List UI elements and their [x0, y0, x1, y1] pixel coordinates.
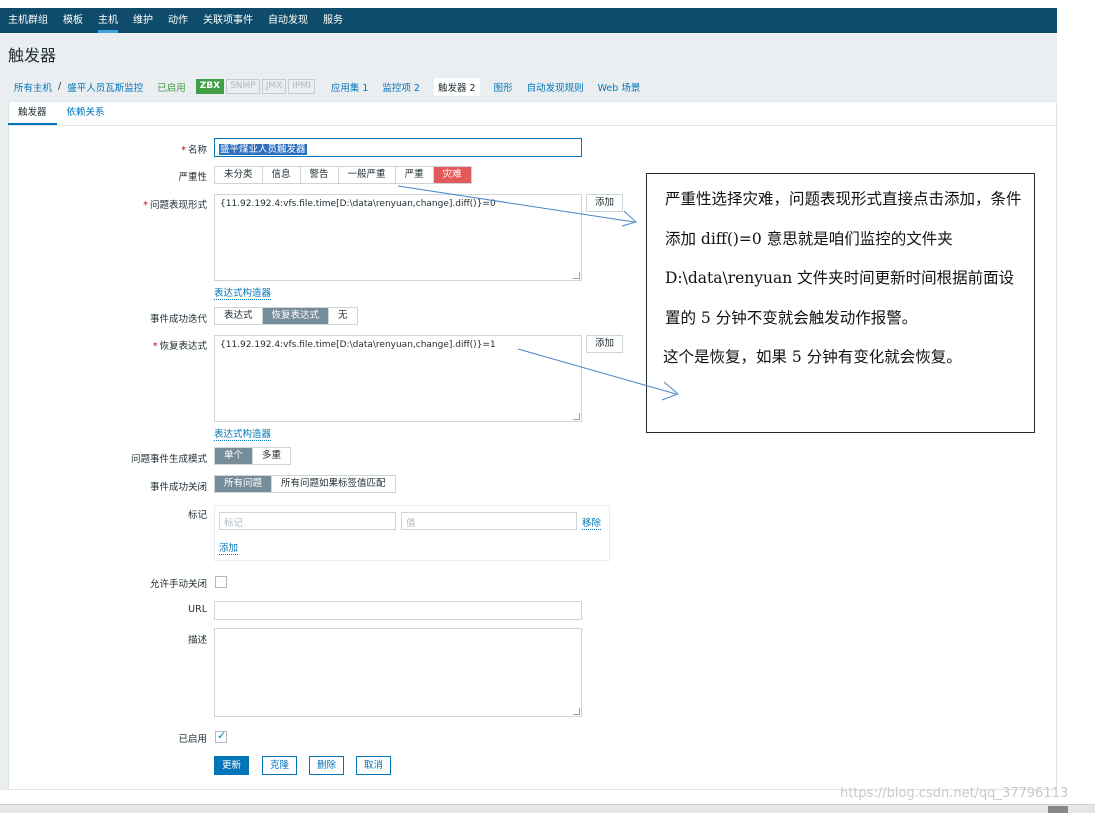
severity-information[interactable]: 信息: [262, 167, 301, 183]
tag-add-link[interactable]: 添加: [219, 540, 239, 555]
recovery-expression-textarea[interactable]: {11.92.192.4:vfs.file.time[D:\data\renyu…: [214, 335, 582, 422]
corner-icon: [1048, 806, 1068, 813]
crumb-host[interactable]: 盛平人员瓦斯监控: [67, 80, 143, 94]
recovery-option-expression[interactable]: 表达式: [215, 308, 263, 324]
recovery-generation-label: 事件成功迭代: [149, 314, 207, 325]
badge-zbx: ZBX: [195, 79, 225, 94]
delete-button[interactable]: 删除: [309, 756, 345, 775]
crumb-separator: /: [58, 81, 62, 92]
description-textarea[interactable]: [214, 628, 582, 717]
annotation-paragraph-2: 这个是恢复，如果 5 分钟有变化就会恢复。: [663, 348, 962, 366]
nav-item-services[interactable]: 服务: [323, 8, 343, 33]
enabled-checkbox[interactable]: [215, 729, 227, 743]
problem-expression-builder-link[interactable]: 表达式构造器: [214, 285, 272, 300]
clone-button[interactable]: 克隆: [262, 756, 298, 775]
severity-disaster[interactable]: 灾难: [433, 167, 471, 183]
recovery-option-none[interactable]: 无: [329, 308, 357, 324]
page-title: 触发器: [8, 46, 57, 65]
tag-value-placeholder: 值: [406, 518, 416, 529]
annotation-paragraph-1: 严重性选择灾难，问题表现形式直接点击添加，条件添加 diff()=0 意思就是咱…: [665, 190, 1022, 327]
name-label: * 名称: [181, 142, 207, 156]
manual-close-label: 允许手动关闭: [149, 579, 207, 590]
nav-item-discovery[interactable]: 自动发现: [268, 8, 308, 33]
app-root: 主机群组 模板 主机 维护 动作 关联项事件 自动发现 服务 触发器 所有主机 …: [0, 0, 1095, 813]
ok-close-label: 事件成功关闭: [149, 482, 207, 493]
enabled-label: 已启用: [178, 734, 207, 745]
recovery-option-recovery-expression[interactable]: 恢复表达式: [262, 308, 330, 324]
crumb-items[interactable]: 监控项 2: [382, 80, 420, 94]
crumb-triggers[interactable]: 触发器 2: [433, 77, 480, 96]
problem-expression-label: * 问题表现形式: [143, 197, 207, 211]
tag-name-placeholder: 标记: [224, 518, 244, 529]
tag-remove-link[interactable]: 移除: [582, 515, 602, 530]
recovery-expression-builder-link[interactable]: 表达式构造器: [214, 426, 272, 441]
problem-expression-add-button[interactable]: 添加: [586, 194, 624, 212]
manual-close-checkbox[interactable]: [215, 576, 227, 588]
generation-mode-label: 问题事件生成模式: [130, 454, 207, 465]
form-tabs: 触发器 依赖关系: [8, 104, 1057, 126]
required-marker: *: [143, 200, 148, 211]
problem-expression-value: {11.92.192.4:vfs.file.time[D:\data\renyu…: [220, 199, 496, 209]
nav-item-actions[interactable]: 动作: [168, 8, 188, 33]
nav-item-correlation[interactable]: 关联项事件: [203, 8, 253, 33]
resize-handle[interactable]: [573, 708, 580, 715]
update-button[interactable]: 更新: [214, 756, 250, 775]
recovery-expression-add-button[interactable]: 添加: [586, 335, 624, 353]
crumb-discovery-rules[interactable]: 自动发现规则: [527, 80, 584, 94]
recovery-expression-label-text: 恢复表达式: [159, 341, 207, 352]
badge-snmp: SNMP: [226, 79, 260, 94]
problem-expression-label-text: 问题表现形式: [149, 200, 207, 211]
severity-warning[interactable]: 警告: [300, 167, 339, 183]
status-strip: [0, 804, 1095, 813]
nav-item-maintenance[interactable]: 维护: [133, 8, 153, 33]
recovery-expression-label: * 恢复表达式: [153, 338, 207, 352]
annotation-box: 严重性选择灾难，问题表现形式直接点击添加，条件添加 diff()=0 意思就是咱…: [646, 173, 1035, 433]
host-breadcrumb: 所有主机 / 盛平人员瓦斯监控 已启用 ZBX SNMP JMX IPMI 应用…: [8, 74, 1057, 99]
url-label: URL: [188, 604, 207, 615]
problem-expression-textarea[interactable]: {11.92.192.4:vfs.file.time[D:\data\renyu…: [214, 194, 582, 281]
cancel-button[interactable]: 取消: [356, 756, 392, 775]
url-input[interactable]: [214, 601, 582, 620]
generation-mode-selector: 单个 多重: [214, 447, 292, 465]
tags-label: 标记: [187, 510, 207, 521]
generation-mode-single[interactable]: 单个: [215, 448, 254, 464]
required-marker: *: [181, 145, 186, 156]
recovery-generation-selector: 表达式 恢复表达式 无: [214, 307, 358, 325]
nav-item-host-groups[interactable]: 主机群组: [8, 8, 48, 33]
badge-jmx: JMX: [261, 79, 287, 94]
crumb-all-hosts[interactable]: 所有主机: [14, 80, 52, 94]
description-label: 描述: [187, 635, 207, 646]
resize-handle[interactable]: [573, 413, 580, 420]
host-status[interactable]: 已启用: [157, 80, 186, 94]
generation-mode-multiple[interactable]: 多重: [253, 448, 291, 464]
tab-trigger[interactable]: 触发器: [8, 104, 57, 125]
ok-close-all-problems[interactable]: 所有问题: [215, 476, 273, 492]
resize-handle[interactable]: [573, 272, 580, 279]
ok-close-selector: 所有问题 所有问题如果标签值匹配: [214, 475, 396, 493]
nav-item-hosts[interactable]: 主机: [98, 8, 118, 33]
severity-high[interactable]: 严重: [395, 167, 434, 183]
recovery-expression-value: {11.92.192.4:vfs.file.time[D:\data\renyu…: [220, 340, 496, 350]
crumb-graphs[interactable]: 图形: [494, 80, 513, 94]
severity-average[interactable]: 一般严重: [338, 167, 396, 183]
name-input[interactable]: 盛平煤业人员触发器: [214, 138, 582, 157]
severity-label: 严重性: [178, 172, 207, 183]
tag-name-input[interactable]: 标记: [219, 512, 396, 530]
severity-not-classified[interactable]: 未分类: [215, 167, 263, 183]
required-marker: *: [152, 341, 158, 352]
availability-badges: ZBX SNMP JMX IPMI: [195, 79, 317, 94]
nav-item-templates[interactable]: 模板: [63, 8, 83, 33]
severity-selector: 未分类 信息 警告 一般严重 严重 灾难: [214, 166, 472, 184]
name-input-value: 盛平煤业人员触发器: [219, 144, 307, 155]
badge-ipmi: IPMI: [288, 79, 315, 94]
top-nav: 主机群组 模板 主机 维护 动作 关联项事件 自动发现 服务: [0, 8, 1057, 33]
watermark: https://blog.csdn.net/qq_37796113: [840, 786, 1069, 801]
name-label-text: 名称: [187, 145, 207, 156]
tag-value-input[interactable]: 值: [401, 512, 577, 530]
crumb-applications[interactable]: 应用集 1: [331, 80, 369, 94]
crumb-web-scenarios[interactable]: Web 场景: [598, 80, 641, 94]
tab-dependencies[interactable]: 依赖关系: [57, 104, 115, 125]
ok-close-tag-match[interactable]: 所有问题如果标签值匹配: [272, 476, 395, 492]
